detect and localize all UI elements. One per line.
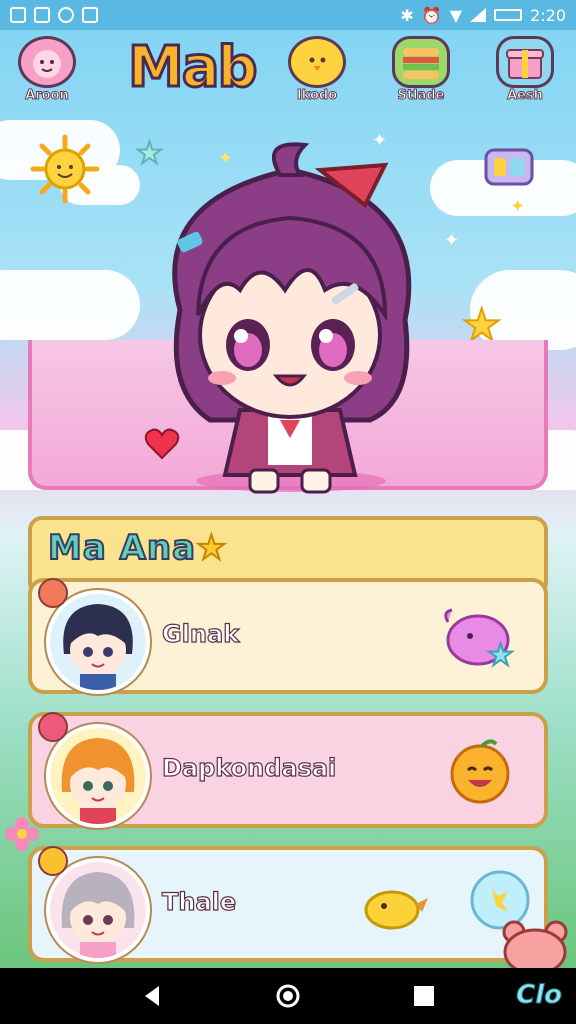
roster-item-name: Glnak xyxy=(161,619,240,648)
wifi-icon: ▼ xyxy=(449,5,463,25)
system-nav-bar xyxy=(0,968,576,1024)
sunflower-badge-icon xyxy=(38,846,68,876)
nav-aesh-button[interactable]: Aesh xyxy=(490,36,560,112)
alarm-icon: ⏰ xyxy=(421,5,442,25)
heart-badge-icon xyxy=(38,578,68,608)
download-icon xyxy=(82,7,98,23)
roster-item-1[interactable]: Glnak ★ xyxy=(28,578,548,694)
orange-smile-pet-icon xyxy=(450,739,510,804)
logo-text: Mab xyxy=(127,35,260,100)
character-roster-panel: Ma Ana★ Glnak ★ Dapkondasai Thale xyxy=(28,516,548,966)
roster-item-name: Thale xyxy=(161,887,237,916)
star-icon: ★ xyxy=(195,527,228,569)
roster-title: Ma Ana★ xyxy=(47,527,228,569)
roster-item-2[interactable]: Dapkondasai xyxy=(28,712,548,828)
status-bar: ✱ ⏰ ▼ 2:20 xyxy=(0,0,576,30)
main-character[interactable] xyxy=(140,140,440,500)
nav-stlade-button[interactable]: Stlade xyxy=(386,36,456,112)
gallery-icon xyxy=(10,7,26,23)
sparkle-decoration: ✦ xyxy=(116,280,132,301)
roster-item-3[interactable]: Thale xyxy=(28,846,548,962)
toy-box-icon xyxy=(484,148,534,186)
nav-label: Stlade xyxy=(397,88,445,104)
signal-icon xyxy=(470,8,487,22)
flower-icon xyxy=(5,817,39,851)
status-time: 2:20 xyxy=(530,5,566,25)
gift-box-icon xyxy=(496,36,554,88)
heart-icon xyxy=(144,428,180,460)
avatar xyxy=(46,858,150,962)
cloud-icon xyxy=(58,7,74,23)
bluetooth-icon: ✱ xyxy=(400,5,414,25)
nav-label: Ikodo xyxy=(296,88,338,104)
sparkle-decoration: ✦ xyxy=(510,196,526,217)
sparkle-decoration: ✦ xyxy=(444,230,460,251)
sandwich-icon xyxy=(392,36,450,88)
flower-badge-icon xyxy=(38,712,68,742)
avatar xyxy=(46,590,150,694)
image-icon xyxy=(34,7,50,23)
roster-item-name: Dapkondasai xyxy=(161,753,337,782)
pink-face-icon xyxy=(18,36,76,88)
avatar xyxy=(46,724,150,828)
nav-label: Aesh xyxy=(507,88,544,104)
chick-icon xyxy=(288,36,346,88)
top-nav: Aroon Mab Ikodo Stlade Aesh xyxy=(0,34,576,114)
app-logo: Mab xyxy=(127,35,260,100)
roster-title-text: Ma Ana xyxy=(47,527,197,569)
back-icon[interactable] xyxy=(139,983,165,1009)
watermark: Clo xyxy=(516,980,563,1011)
battery-icon xyxy=(494,9,523,21)
star-decoration: ★ xyxy=(486,637,515,674)
yellow-bird-pet-icon xyxy=(364,890,428,930)
nav-aroon-button[interactable]: Aroon xyxy=(12,36,82,112)
recents-icon[interactable] xyxy=(411,983,437,1009)
home-icon[interactable] xyxy=(275,983,301,1009)
bear-icon xyxy=(502,920,568,970)
nav-ikodo-button[interactable]: Ikodo xyxy=(282,36,352,112)
game-screen: ✱ ⏰ ▼ 2:20 ★ ★ ★ ★ ✦ ✦ ✦ ✦ ✦ xyxy=(0,0,576,1024)
nav-label: Aroon xyxy=(25,88,70,104)
sun-icon xyxy=(30,134,100,204)
